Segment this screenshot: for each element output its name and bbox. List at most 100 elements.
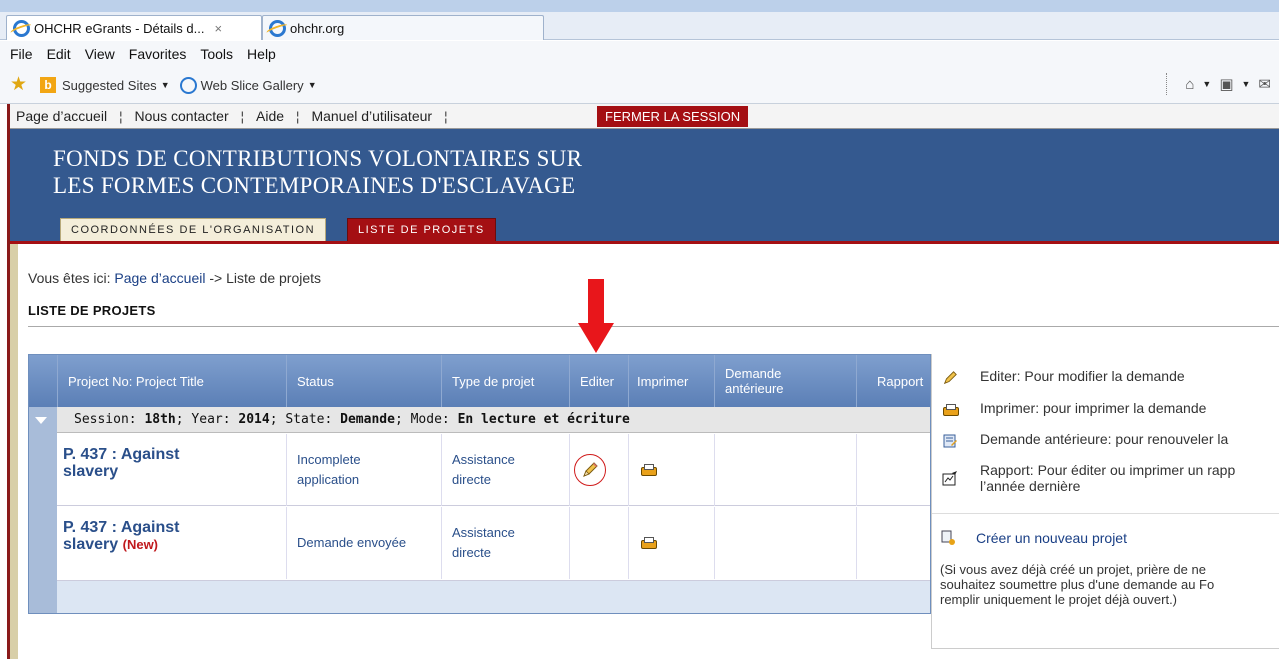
- table-row: P. 437 : Against slavery Incomplete appl…: [57, 434, 930, 506]
- report-chart-icon: [940, 468, 960, 488]
- group-year-label: ; Year:: [175, 412, 231, 427]
- legend-divider: [932, 513, 1279, 514]
- grid-group-gutter: [29, 407, 57, 613]
- title-divider: [28, 326, 1279, 327]
- legend-report-line1: Rapport: Pour éditer ou imprimer un rapp: [980, 462, 1236, 478]
- chevron-down-icon[interactable]: ▼: [1242, 79, 1251, 89]
- close-icon[interactable]: ×: [215, 21, 223, 36]
- menu-edit[interactable]: Edit: [47, 46, 71, 62]
- breadcrumb-current: -> Liste de projets: [209, 270, 322, 286]
- col-report[interactable]: Rapport: [856, 355, 930, 407]
- menu-bar: File Edit View Favorites Tools Help: [0, 41, 1279, 67]
- breadcrumb-prefix: Vous êtes ici:: [28, 270, 111, 286]
- mail-icon[interactable]: ✉: [1258, 75, 1271, 93]
- tab-organisation[interactable]: COORDONNÉES DE L'ORGANISATION: [60, 218, 327, 241]
- tab-ohchr[interactable]: ohchr.org: [262, 15, 544, 40]
- tab-project-list[interactable]: LISTE DE PROJETS: [347, 218, 496, 241]
- legend-report-line2: l’année dernière: [980, 478, 1081, 494]
- nav-separator: ¦: [119, 108, 123, 124]
- legend-edit-text: Editer: Pour modifier la demande: [980, 368, 1185, 384]
- printer-icon[interactable]: [641, 537, 657, 549]
- ie-icon: [269, 19, 286, 37]
- group-session: 18th: [144, 412, 176, 427]
- col-project-title[interactable]: Project No: Project Title: [57, 355, 286, 407]
- legend-panel: Editer: Pour modifier la demande Imprime…: [931, 354, 1279, 649]
- col-previous[interactable]: Demande antérieure: [714, 355, 856, 407]
- create-note-line1: (Si vous avez déjà créé un projet, prièr…: [940, 562, 1206, 577]
- menu-view[interactable]: View: [85, 46, 115, 62]
- tab-egrants[interactable]: OHCHR eGrants - Détails d... ×: [6, 15, 262, 40]
- collapse-toggle-icon[interactable]: [35, 417, 47, 424]
- legend-previous: Demande antérieure: pour renouveler la: [940, 431, 1228, 451]
- col-print[interactable]: Imprimer: [628, 355, 714, 407]
- menu-tools[interactable]: Tools: [200, 46, 233, 62]
- chevron-down-icon[interactable]: ▼: [1202, 79, 1211, 89]
- project-title-cell[interactable]: P. 437 : Against slavery (New): [57, 507, 286, 579]
- legend-report-text: Rapport: Pour éditer ou imprimer un rapp…: [980, 462, 1235, 494]
- type-cell: Assistance directe: [441, 507, 569, 579]
- project-title-cell[interactable]: P. 437 : Against slavery: [57, 434, 286, 506]
- menu-file[interactable]: File: [10, 46, 33, 62]
- create-project-link[interactable]: Créer un nouveau projet: [940, 530, 1127, 546]
- project-title[interactable]: P. 437 : Against slavery: [63, 519, 180, 553]
- type-text: Assistance directe: [452, 452, 515, 487]
- feeds-icon[interactable]: ▣: [1219, 75, 1233, 93]
- suggested-sites-label: Suggested Sites: [62, 77, 157, 93]
- site-title: FONDS DE CONTRIBUTIONS VOLONTAIRES SUR L…: [53, 145, 582, 199]
- legend-edit: Editer: Pour modifier la demande: [940, 368, 1185, 388]
- web-slice-gallery-link[interactable]: Web Slice Gallery ▼: [179, 76, 317, 94]
- grid-footer: [57, 581, 930, 613]
- pencil-icon: [940, 368, 960, 388]
- site-banner: FONDS DE CONTRIBUTIONS VOLONTAIRES SUR L…: [10, 129, 1279, 241]
- nav-separator: ¦: [444, 108, 448, 124]
- new-project-icon: [940, 530, 960, 546]
- bing-icon: b: [40, 77, 56, 93]
- chevron-down-icon: ▼: [160, 80, 170, 90]
- favorites-star-icon[interactable]: ★: [10, 75, 30, 95]
- create-project-label[interactable]: Créer un nouveau projet: [976, 530, 1127, 546]
- menu-favorites[interactable]: Favorites: [129, 46, 187, 62]
- web-slice-gallery-label: Web Slice Gallery: [200, 77, 304, 93]
- create-note-line3: remplir uniquement le projet déjà ouvert…: [940, 592, 1178, 607]
- col-status[interactable]: Status: [286, 355, 441, 407]
- browser-chrome: OHCHR eGrants - Détails d... × ohchr.org…: [0, 0, 1279, 104]
- group-state: Demande: [340, 412, 395, 427]
- type-text: Assistance directe: [452, 525, 515, 560]
- web-slice-icon: [179, 76, 197, 94]
- nav-separator: ¦: [296, 108, 300, 124]
- nav-help[interactable]: Aide: [250, 108, 290, 124]
- status-cell: Incomplete application: [286, 434, 441, 506]
- menu-help[interactable]: Help: [247, 46, 276, 62]
- previous-cell: [714, 434, 856, 506]
- project-title-wrap[interactable]: P. 437 : Against slavery (New): [63, 519, 223, 553]
- group-year: 2014: [238, 412, 270, 427]
- project-title[interactable]: P. 437 : Against slavery: [63, 446, 213, 480]
- breadcrumb-home-link[interactable]: Page d’accueil: [114, 270, 205, 286]
- status-text: Demande envoyée: [297, 535, 407, 550]
- legend-print: Imprimer: pour imprimer la demande: [940, 400, 1206, 420]
- pencil-icon[interactable]: [581, 461, 599, 479]
- suggested-sites-link[interactable]: b Suggested Sites ▼: [40, 77, 170, 93]
- breadcrumb: Vous êtes ici: Page d’accueil -> Liste d…: [28, 270, 321, 286]
- nav-manual[interactable]: Manuel d’utilisateur: [305, 108, 438, 124]
- col-type[interactable]: Type de projet: [441, 355, 569, 407]
- nav-home[interactable]: Page d’accueil: [10, 108, 113, 124]
- print-cell: [628, 434, 714, 506]
- logout-button[interactable]: FERMER LA SESSION: [597, 106, 749, 127]
- site-title-line2: LES FORMES CONTEMPORAINES D'ESCLAVAGE: [53, 173, 576, 198]
- edit-highlight-circle[interactable]: [574, 454, 606, 486]
- nav-contact[interactable]: Nous contacter: [128, 108, 234, 124]
- printer-icon[interactable]: [641, 464, 657, 476]
- tab-label: ohchr.org: [290, 20, 345, 36]
- type-cell: Assistance directe: [441, 434, 569, 506]
- col-edit[interactable]: Editer: [569, 355, 628, 407]
- group-header-row: Session: 18th; Year: 2014; State: Demand…: [57, 407, 930, 433]
- home-icon[interactable]: ⌂: [1185, 76, 1194, 93]
- favorites-bar: ★ b Suggested Sites ▼ Web Slice Gallery …: [0, 67, 1279, 104]
- new-badge: (New): [122, 537, 159, 552]
- legend-report: Rapport: Pour éditer ou imprimer un rapp…: [940, 462, 1235, 494]
- previous-cell: [714, 507, 856, 579]
- status-cell: Demande envoyée: [286, 507, 441, 579]
- project-grid: Project No: Project Title Status Type de…: [28, 354, 931, 614]
- page-left-stripe: [10, 244, 18, 659]
